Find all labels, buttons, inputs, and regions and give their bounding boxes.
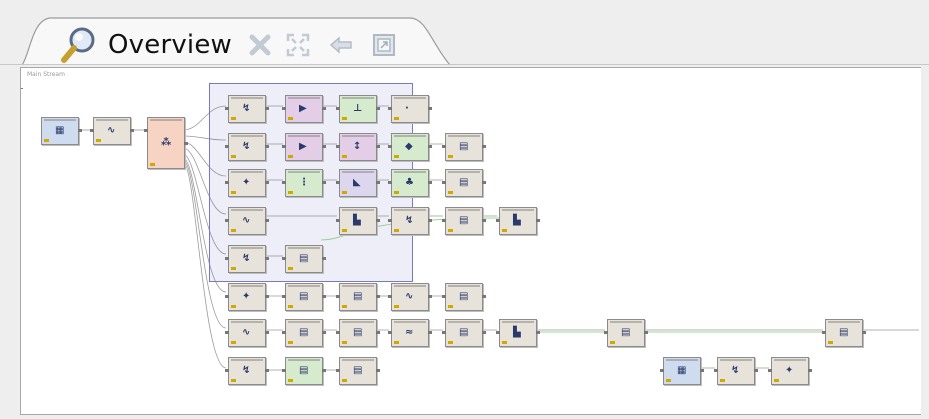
process-node[interactable]: ▤ (822, 319, 866, 347)
process-node[interactable]: ▤ (442, 169, 486, 197)
process-node[interactable]: ✦ (768, 357, 812, 385)
process-node[interactable]: ▤ (442, 319, 486, 347)
process-node[interactable]: ▙ (496, 319, 540, 347)
process-node[interactable]: ↕ (336, 133, 380, 161)
process-node[interactable]: ▤ (282, 319, 326, 347)
process-node[interactable]: ▤ (442, 207, 486, 235)
process-node[interactable]: ≈ (388, 319, 432, 347)
process-node[interactable]: ⋮ (282, 169, 326, 197)
process-node[interactable]: ▤ (336, 283, 380, 311)
tab-title: Overview (108, 30, 233, 60)
process-node[interactable]: ✦ (225, 283, 269, 311)
process-node[interactable]: ▦ (41, 117, 82, 145)
process-node[interactable]: ▤ (604, 319, 648, 347)
process-node[interactable]: ▙ (496, 207, 540, 235)
process-node[interactable]: ∿ (90, 117, 134, 145)
process-node[interactable]: ▶ (282, 95, 326, 123)
process-node[interactable]: ▤ (442, 133, 486, 161)
process-node[interactable]: ▤ (282, 283, 326, 311)
process-node[interactable]: ▤ (282, 245, 326, 273)
process-node[interactable]: ∿ (225, 319, 269, 347)
process-node[interactable]: ⁂ (144, 117, 188, 169)
fit-screen-icon[interactable] (284, 31, 312, 59)
process-node[interactable]: ↯ (225, 95, 269, 123)
process-node[interactable]: ▙ (336, 207, 380, 235)
process-node[interactable]: ▤ (282, 357, 326, 385)
back-icon[interactable] (327, 31, 355, 59)
export-icon[interactable] (370, 31, 398, 59)
process-node[interactable]: ▶ (282, 133, 326, 161)
process-node[interactable]: ↯ (225, 133, 269, 161)
process-node[interactable]: ▤ (336, 319, 380, 347)
process-node[interactable]: ∿ (225, 207, 269, 235)
process-node[interactable]: ▤ (336, 357, 380, 385)
process-node[interactable]: ♣ (388, 169, 432, 197)
process-node[interactable]: ✦ (225, 169, 269, 197)
overview-panel: Overview Main Stream ▦ ∿ ⁂ ↯ ▶ ⊥ · ↯ ▶ ↕… (0, 0, 929, 419)
process-node[interactable]: · (388, 95, 432, 123)
close-icon[interactable] (246, 31, 274, 59)
process-node[interactable]: ↯ (388, 207, 432, 235)
process-node[interactable]: ↯ (714, 357, 758, 385)
process-canvas[interactable]: Main Stream ▦ ∿ ⁂ ↯ ▶ ⊥ · ↯ ▶ ↕ ◆ ▤ ✦ ⋮ … (20, 67, 921, 415)
tab-divider (0, 64, 929, 65)
process-node[interactable]: ↯ (225, 245, 269, 273)
process-node[interactable]: ▦ (660, 357, 704, 385)
process-node[interactable]: ↯ (225, 357, 269, 385)
tab-overview[interactable]: Overview (22, 14, 452, 66)
process-node[interactable]: ▤ (442, 283, 486, 311)
process-node[interactable]: ∿ (388, 283, 432, 311)
process-node[interactable]: ◆ (388, 133, 432, 161)
process-node[interactable]: ◣ (336, 169, 380, 197)
search-icon[interactable] (60, 24, 100, 64)
process-node[interactable]: ⊥ (336, 95, 380, 123)
